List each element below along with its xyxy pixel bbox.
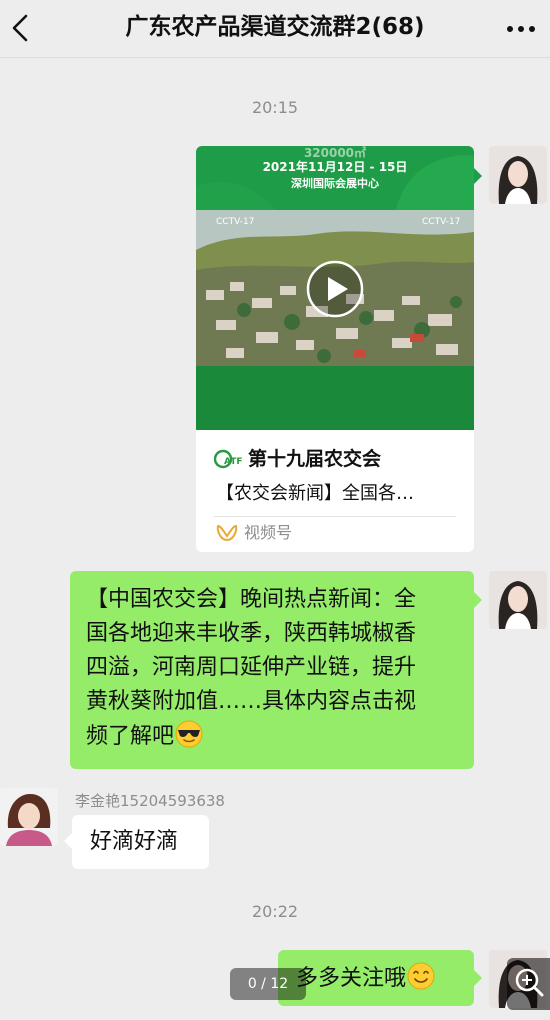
page-indicator: 0 / 12 [230, 968, 306, 1000]
message-bubble[interactable]: 多多关注哦 [278, 950, 474, 1006]
video-card[interactable]: 320000㎡ 2021年11月12日 - 15日 深圳国际会展中心 CCTV-… [196, 146, 474, 552]
chat-header: 广东农产品渠道交流群2(68) [0, 0, 550, 58]
bubble-tail [474, 970, 482, 986]
catf-logo-icon: ATF [214, 449, 243, 469]
avatar[interactable] [489, 571, 547, 629]
banner-venue: 深圳国际会展中心 [291, 177, 379, 190]
message-line: 频了解吧 [86, 719, 458, 754]
message-bubble[interactable]: 好滴好滴 [72, 815, 209, 869]
banner-headline: 320000㎡ [303, 146, 367, 160]
cctv-watermark-right: CCTV-17 [422, 217, 460, 227]
card-title: 第十九届农交会 [248, 448, 382, 470]
card-description: 【农交会新闻】全国各… [216, 483, 414, 504]
zoom-button[interactable] [507, 958, 550, 1010]
play-icon[interactable] [306, 260, 364, 318]
chevron-left-icon[interactable] [10, 12, 34, 44]
card-source-label: 视频号 [244, 523, 293, 542]
card-divider [214, 516, 456, 517]
bubble-tail [474, 168, 482, 184]
timestamp: 20:22 [251, 902, 299, 921]
message-line: 黄秋葵附加值……具体内容点击视 [86, 689, 417, 714]
avatar[interactable] [0, 788, 58, 846]
chat-title: 广东农产品渠道交流群2(68) [125, 14, 425, 40]
message-line-text: 频了解吧 [86, 724, 175, 749]
channels-icon [216, 524, 238, 542]
smile-emoji-icon [407, 962, 435, 990]
cctv-watermark-left: CCTV-17 [216, 217, 254, 227]
card-title-row: ATF 第十九届农交会 [214, 446, 464, 472]
card-green-strip [196, 366, 474, 430]
timestamp: 20:15 [251, 98, 299, 117]
banner-date: 2021年11月12日 - 15日 [262, 160, 408, 174]
bubble-tail [474, 592, 482, 608]
avatar[interactable] [489, 146, 547, 204]
svg-text:ATF: ATF [224, 457, 243, 467]
zoom-in-icon [515, 968, 544, 997]
message-line: 国各地迎来丰收季，陕西韩城椒香 [86, 621, 417, 646]
sunglasses-emoji-icon [175, 720, 203, 748]
message-bubble[interactable]: 【中国农交会】晚间热点新闻：全 国各地迎来丰收季，陕西韩城椒香 四溢，河南周口延… [70, 571, 474, 769]
message-line: 【中国农交会】晚间热点新闻：全 [86, 587, 417, 612]
message-text: 好滴好滴 [90, 829, 179, 854]
message-line: 四溢，河南周口延伸产业链，提升 [86, 655, 417, 680]
card-banner: 320000㎡ 2021年11月12日 - 15日 深圳国际会展中心 [196, 146, 474, 210]
message-text: 多多关注哦 [296, 966, 407, 991]
more-dots-icon[interactable] [504, 14, 538, 44]
bubble-tail [64, 833, 72, 849]
sender-name: 李金艳15204593638 [75, 792, 225, 810]
